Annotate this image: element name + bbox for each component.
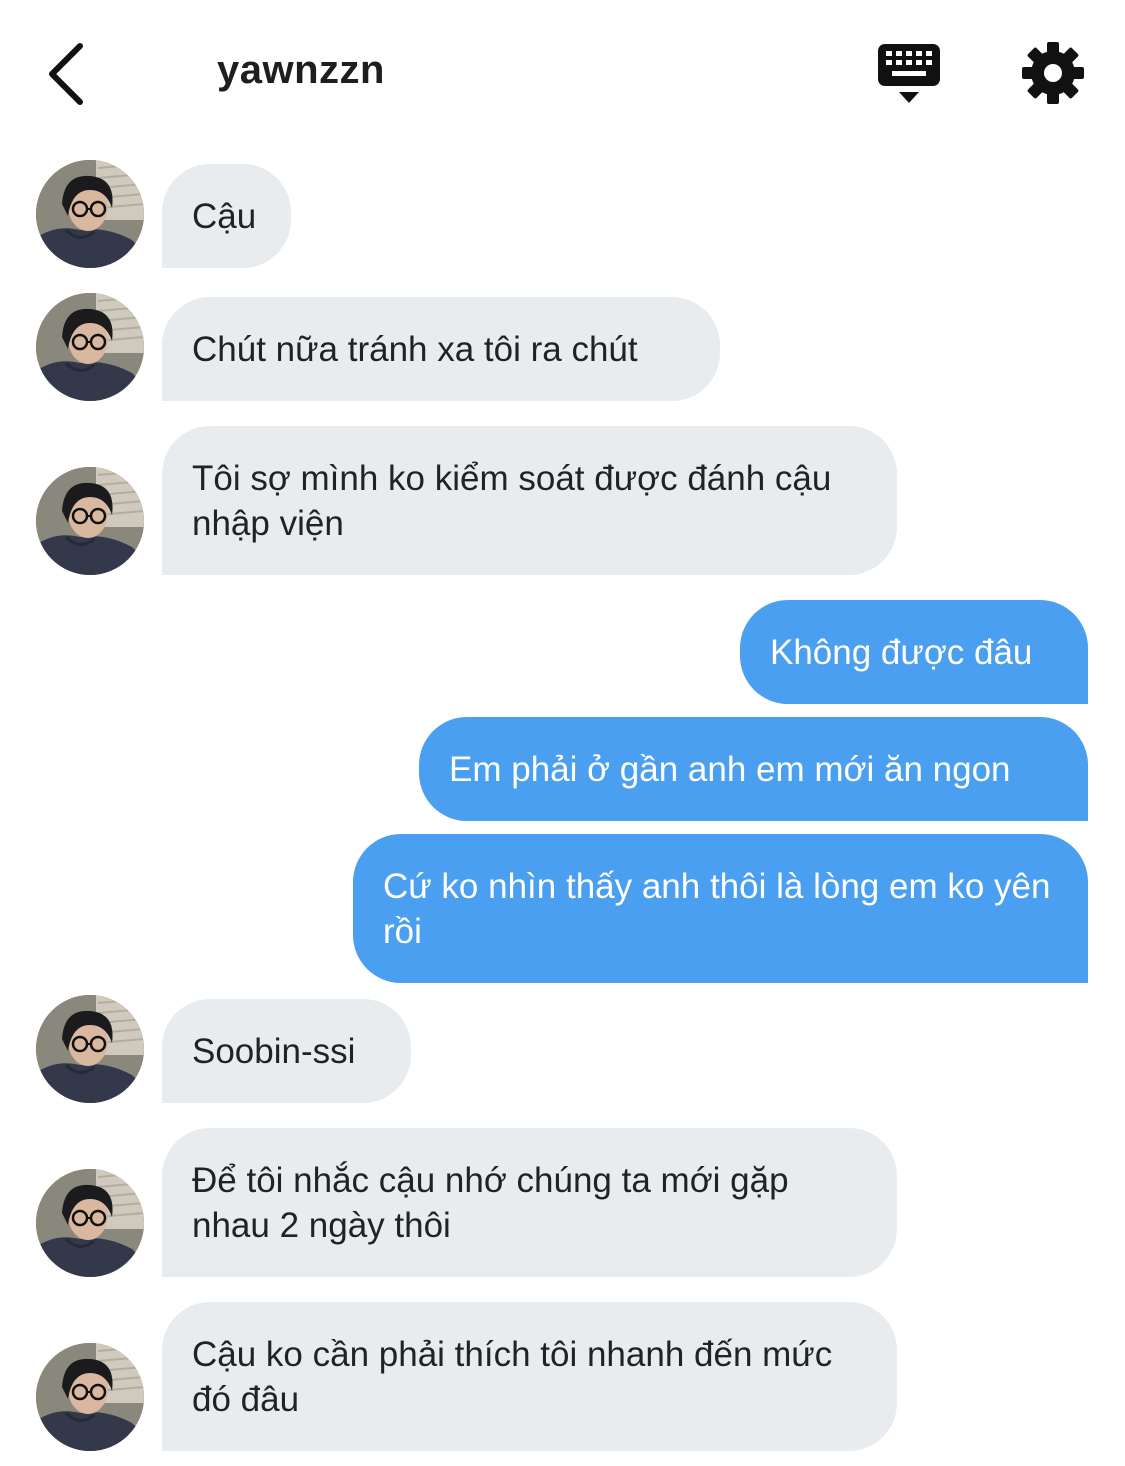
message-text: Cậu ko cần phải thích tôi nhanh đến mức … — [192, 1334, 833, 1419]
chat-title: yawnzzn — [217, 48, 385, 92]
message-bubble-incoming[interactable]: Cậu — [162, 164, 291, 268]
back-button[interactable] — [38, 38, 98, 110]
message-text: Em phải ở gần anh em mới ăn ngon — [449, 749, 1011, 789]
avatar[interactable] — [36, 293, 144, 401]
profile-photo — [36, 1343, 144, 1451]
keyboard-button[interactable] — [872, 40, 946, 108]
settings-button[interactable] — [1020, 40, 1086, 106]
profile-photo — [36, 1169, 144, 1277]
message-text: Tôi sợ mình ko kiểm soát được đánh cậu n… — [192, 458, 832, 543]
message-text: Không được đâu — [770, 632, 1033, 672]
message-text: Soobin-ssi — [192, 1031, 356, 1071]
profile-photo — [36, 160, 144, 268]
avatar[interactable] — [36, 995, 144, 1103]
message-bubble-incoming[interactable]: Soobin-ssi — [162, 999, 411, 1103]
profile-photo — [36, 467, 144, 575]
avatar[interactable] — [36, 1343, 144, 1451]
message-bubble-incoming[interactable]: Cậu ko cần phải thích tôi nhanh đến mức … — [162, 1302, 897, 1451]
chevron-left-icon — [49, 43, 83, 105]
message-bubble-outgoing[interactable]: Cứ ko nhìn thấy anh thôi là lòng em ko y… — [353, 834, 1088, 983]
message-bubble-outgoing[interactable]: Em phải ở gần anh em mới ăn ngon — [419, 717, 1088, 821]
message-bubble-outgoing[interactable]: Không được đâu — [740, 600, 1088, 704]
avatar[interactable] — [36, 160, 144, 268]
keyboard-icon — [878, 44, 940, 103]
message-text: Cứ ko nhìn thấy anh thôi là lòng em ko y… — [383, 866, 1051, 951]
avatar[interactable] — [36, 1169, 144, 1277]
profile-photo — [36, 293, 144, 401]
message-bubble-incoming[interactable]: Tôi sợ mình ko kiểm soát được đánh cậu n… — [162, 426, 897, 575]
avatar[interactable] — [36, 467, 144, 575]
message-bubble-incoming[interactable]: Chút nữa tránh xa tôi ra chút — [162, 297, 720, 401]
message-text: Cậu — [192, 196, 257, 236]
profile-photo — [36, 995, 144, 1103]
gear-icon — [1022, 42, 1084, 104]
message-bubble-incoming[interactable]: Để tôi nhắc cậu nhớ chúng ta mới gặp nha… — [162, 1128, 897, 1277]
message-text: Chút nữa tránh xa tôi ra chút — [192, 329, 638, 369]
chat-header: yawnzzn — [0, 0, 1125, 140]
message-text: Để tôi nhắc cậu nhớ chúng ta mới gặp nha… — [192, 1160, 789, 1245]
